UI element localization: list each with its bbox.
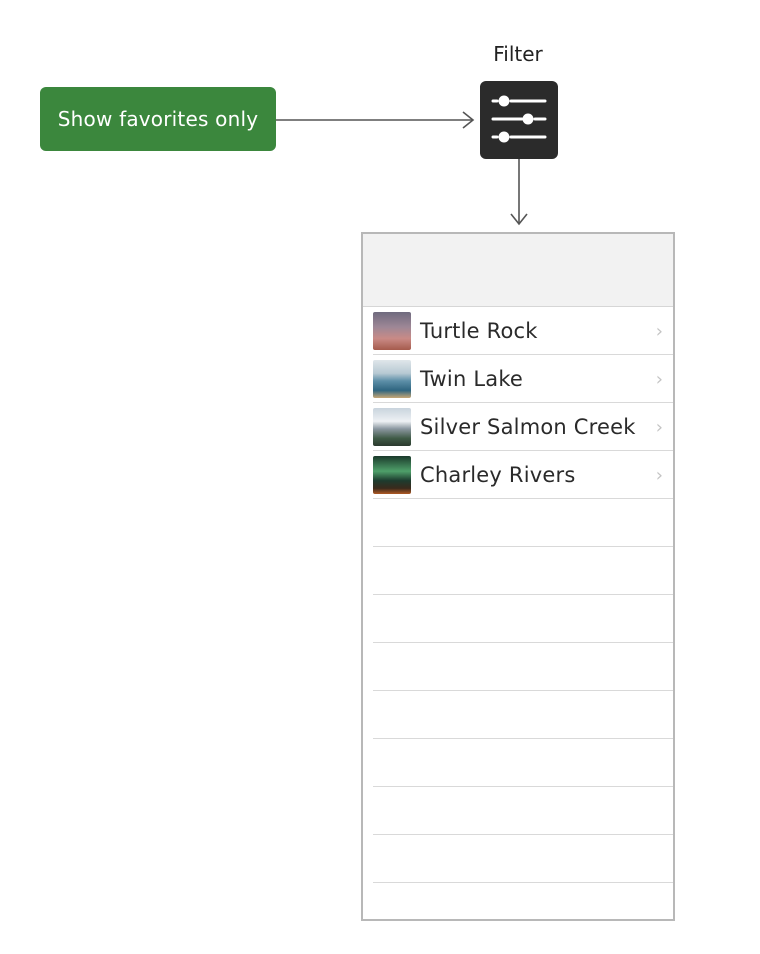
navigation-bar <box>363 234 673 307</box>
list-row-turtle-rock[interactable]: Turtle Rock › <box>373 307 673 355</box>
landmark-thumbnail <box>373 359 411 398</box>
sliders-icon <box>491 95 547 143</box>
chevron-right-icon: › <box>655 369 663 390</box>
empty-row <box>373 547 673 595</box>
landmark-list-screen: Turtle Rock › Twin Lake › Silver Salmon … <box>361 232 675 921</box>
row-label: Twin Lake <box>420 366 524 391</box>
arrow-filter-to-list <box>510 159 528 226</box>
filter-caption: Filter <box>493 42 543 66</box>
landmark-thumbnail <box>373 407 411 446</box>
chevron-right-icon: › <box>655 417 663 438</box>
row-label: Silver Salmon Creek <box>420 414 636 439</box>
filter-button[interactable] <box>480 81 558 159</box>
list-row-silver-salmon-creek[interactable]: Silver Salmon Creek › <box>373 403 673 451</box>
show-favorites-button[interactable]: Show favorites only <box>40 87 276 151</box>
list-row-twin-lake[interactable]: Twin Lake › <box>373 355 673 403</box>
empty-row <box>373 595 673 643</box>
empty-row <box>373 739 673 787</box>
empty-row <box>373 787 673 835</box>
empty-row <box>373 499 673 547</box>
empty-row <box>373 643 673 691</box>
empty-row <box>373 835 673 883</box>
row-label: Turtle Rock <box>420 318 538 343</box>
empty-row <box>373 691 673 739</box>
chevron-right-icon: › <box>655 465 663 486</box>
landmark-thumbnail <box>373 455 411 494</box>
row-label: Charley Rivers <box>420 462 576 487</box>
list-row-charley-rivers[interactable]: Charley Rivers › <box>373 451 673 499</box>
landmark-thumbnail <box>373 311 411 350</box>
arrow-button-to-filter <box>276 111 475 129</box>
chevron-right-icon: › <box>655 321 663 342</box>
